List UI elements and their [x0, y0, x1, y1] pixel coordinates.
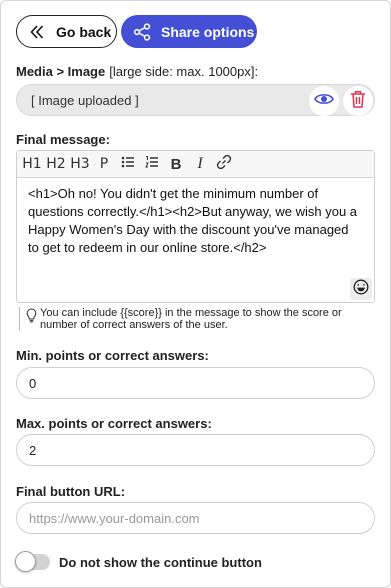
numbered-list-icon [145, 155, 159, 173]
media-size-hint: [large side: max. 1000px]: [109, 64, 259, 79]
media-label-text: Media > Image [16, 64, 106, 79]
numbered-list-button[interactable] [141, 154, 163, 174]
max-points-input[interactable]: 2 [16, 434, 375, 466]
h1-button[interactable]: H1 [21, 154, 43, 174]
bullet-list-icon [121, 155, 135, 173]
min-points-label: Min. points or correct answers: [16, 348, 209, 363]
bold-button[interactable]: B [165, 154, 187, 174]
continue-button-toggle[interactable] [15, 551, 50, 572]
h2-button[interactable]: H2 [45, 154, 67, 174]
preview-image-button[interactable] [309, 86, 339, 116]
eye-icon [314, 92, 334, 111]
go-back-button[interactable]: Go back [16, 15, 117, 48]
share-options-button[interactable]: Share options [121, 15, 257, 48]
toggle-knob [15, 551, 36, 572]
final-url-input[interactable]: https://www.your-domain.com [16, 502, 375, 534]
media-value: [ Image uploaded ] [31, 93, 139, 108]
paragraph-button[interactable]: P [93, 154, 115, 174]
media-label: Media > Image [large side: max. 1000px]: [16, 64, 258, 79]
min-points-value: 0 [29, 375, 37, 391]
italic-button[interactable]: I [189, 154, 211, 174]
score-tip: You can include {{score}} in the message… [19, 307, 379, 331]
bullet-list-button[interactable] [117, 154, 139, 174]
editor-toolbar: H1 H2 H3 P B I [17, 151, 374, 178]
h3-button[interactable]: H3 [69, 154, 91, 174]
go-back-label: Go back [56, 23, 112, 40]
min-points-input[interactable]: 0 [16, 367, 375, 399]
delete-image-button[interactable] [343, 86, 373, 116]
link-button[interactable] [213, 154, 235, 174]
final-url-label: Final button URL: [16, 484, 126, 499]
smiley-icon [353, 279, 369, 300]
trash-icon [350, 90, 366, 113]
final-url-placeholder: https://www.your-domain.com [29, 510, 200, 526]
continue-button-toggle-label: Do not show the continue button [59, 554, 262, 570]
max-points-label: Max. points or correct answers: [16, 416, 212, 431]
lightbulb-icon [26, 308, 37, 331]
share-icon [133, 22, 151, 41]
continue-button-toggle-row: Do not show the continue button [15, 551, 262, 572]
share-options-label: Share options [161, 23, 255, 40]
link-icon [216, 154, 232, 174]
final-message-label: Final message: [16, 132, 110, 147]
rich-text-editor[interactable]: H1 H2 H3 P B I <h1>Oh no! You didn't get… [16, 150, 375, 303]
max-points-value: 2 [29, 442, 37, 458]
message-content[interactable]: <h1>Oh no! You didn't get the minimum nu… [28, 185, 358, 257]
double-chevron-left-icon [30, 24, 44, 39]
emoji-button[interactable] [350, 278, 372, 300]
score-tip-text: You can include {{score}} in the message… [40, 307, 342, 331]
